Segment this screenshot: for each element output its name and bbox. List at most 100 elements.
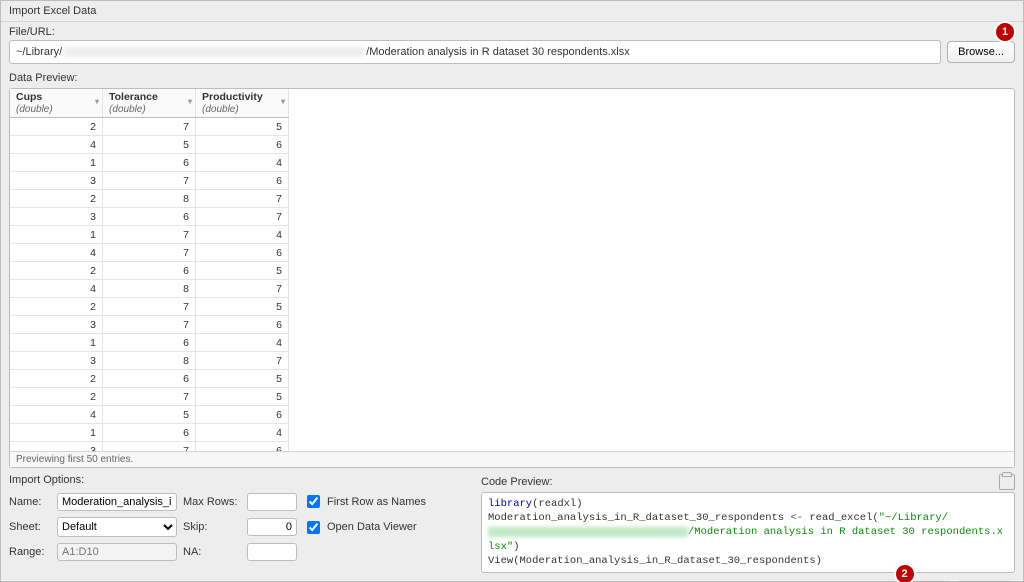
- table-cell: 2: [10, 262, 103, 280]
- file-path-suffix: /Moderation analysis in R dataset 30 res…: [366, 46, 630, 58]
- table-cell: 6: [103, 262, 196, 280]
- table-cell: 3: [10, 442, 103, 452]
- sheet-label: Sheet:: [9, 521, 51, 533]
- first-row-checkbox[interactable]: [307, 495, 320, 508]
- table-cell: 2: [10, 370, 103, 388]
- table-cell: 4: [196, 424, 289, 442]
- table-cell: 2: [10, 118, 103, 136]
- table-row: 376: [10, 316, 289, 334]
- table-row: 387: [10, 352, 289, 370]
- range-input[interactable]: [57, 543, 177, 561]
- code-preview-text[interactable]: library(readxl) Moderation_analysis_in_R…: [481, 492, 1015, 573]
- annotation-badge-1: 1: [996, 23, 1014, 41]
- table-cell: 5: [196, 370, 289, 388]
- table-cell: 5: [196, 298, 289, 316]
- table-row: 456: [10, 406, 289, 424]
- table-cell: 8: [103, 280, 196, 298]
- table-cell: 5: [103, 406, 196, 424]
- table-row: 164: [10, 154, 289, 172]
- table-cell: 7: [103, 244, 196, 262]
- table-cell: 4: [10, 280, 103, 298]
- table-cell: 1: [10, 424, 103, 442]
- data-preview-scroll[interactable]: Cups(double)▾Tolerance(double)▾Productiv…: [10, 89, 1014, 451]
- column-header[interactable]: Productivity(double)▾: [196, 89, 289, 118]
- table-cell: 6: [196, 136, 289, 154]
- table-row: 164: [10, 424, 289, 442]
- data-preview-panel: Cups(double)▾Tolerance(double)▾Productiv…: [9, 88, 1015, 468]
- table-row: 164: [10, 334, 289, 352]
- open-viewer-label: Open Data Viewer: [327, 521, 417, 533]
- table-row: 265: [10, 370, 289, 388]
- table-cell: 1: [10, 334, 103, 352]
- name-label: Name:: [9, 496, 51, 508]
- table-cell: 6: [196, 316, 289, 334]
- import-dialog: Import Excel Data File/URL: ~/Library/ /…: [0, 0, 1024, 582]
- first-row-label: First Row as Names: [327, 496, 426, 508]
- table-cell: 4: [196, 226, 289, 244]
- skip-input[interactable]: [247, 518, 297, 536]
- file-url-label: File/URL:: [9, 26, 1015, 38]
- code-preview-panel: Code Preview: library(readxl) Moderation…: [481, 474, 1015, 573]
- table-cell: 4: [10, 406, 103, 424]
- table-cell: 8: [103, 352, 196, 370]
- table-cell: 1: [10, 154, 103, 172]
- data-preview-table: Cups(double)▾Tolerance(double)▾Productiv…: [10, 89, 289, 451]
- table-row: 367: [10, 208, 289, 226]
- table-row: 174: [10, 226, 289, 244]
- table-cell: 3: [10, 208, 103, 226]
- name-input[interactable]: [57, 493, 177, 511]
- table-cell: 4: [10, 244, 103, 262]
- table-cell: 3: [10, 172, 103, 190]
- na-label: NA:: [183, 546, 241, 558]
- table-cell: 2: [10, 190, 103, 208]
- import-options-panel: Import Options: Name: Max Rows: First Ro…: [9, 474, 469, 573]
- table-row: 275: [10, 298, 289, 316]
- window-title: Import Excel Data: [1, 1, 1023, 22]
- browse-button[interactable]: Browse...: [947, 41, 1015, 63]
- table-cell: 7: [103, 298, 196, 316]
- table-cell: 7: [196, 280, 289, 298]
- table-cell: 5: [196, 118, 289, 136]
- table-row: 487: [10, 280, 289, 298]
- table-cell: 5: [196, 388, 289, 406]
- na-input[interactable]: [247, 543, 297, 561]
- data-preview-label: Data Preview:: [9, 72, 1015, 84]
- table-cell: 5: [103, 136, 196, 154]
- table-cell: 4: [196, 154, 289, 172]
- table-cell: 3: [10, 316, 103, 334]
- table-row: 287: [10, 190, 289, 208]
- table-row: 376: [10, 442, 289, 452]
- table-cell: 7: [196, 352, 289, 370]
- table-cell: 4: [10, 136, 103, 154]
- table-row: 456: [10, 136, 289, 154]
- table-row: 265: [10, 262, 289, 280]
- table-cell: 2: [10, 298, 103, 316]
- table-cell: 8: [103, 190, 196, 208]
- preview-status-text: Previewing first 50 entries.: [10, 451, 1014, 467]
- table-cell: 6: [103, 154, 196, 172]
- table-cell: 6: [196, 442, 289, 452]
- code-preview-label: Code Preview:: [481, 476, 553, 488]
- file-url-section: File/URL: ~/Library/ /Moderation analysi…: [1, 22, 1023, 68]
- sheet-select[interactable]: Default: [57, 517, 177, 537]
- column-header[interactable]: Tolerance(double)▾: [103, 89, 196, 118]
- table-cell: 1: [10, 226, 103, 244]
- table-row: 376: [10, 172, 289, 190]
- file-url-input[interactable]: ~/Library/ /Moderation analysis in R dat…: [9, 40, 941, 64]
- table-cell: 7: [103, 316, 196, 334]
- skip-label: Skip:: [183, 521, 241, 533]
- table-cell: 7: [103, 442, 196, 452]
- copy-code-icon[interactable]: [999, 474, 1015, 490]
- table-cell: 7: [196, 208, 289, 226]
- column-header[interactable]: Cups(double)▾: [10, 89, 103, 118]
- table-cell: 7: [103, 226, 196, 244]
- file-path-prefix: ~/Library/: [16, 46, 62, 58]
- table-cell: 6: [196, 406, 289, 424]
- table-cell: 6: [103, 424, 196, 442]
- table-cell: 4: [196, 334, 289, 352]
- table-cell: 7: [103, 388, 196, 406]
- table-cell: 6: [103, 370, 196, 388]
- open-viewer-checkbox[interactable]: [307, 521, 320, 534]
- table-row: 275: [10, 118, 289, 136]
- maxrows-input[interactable]: [247, 493, 297, 511]
